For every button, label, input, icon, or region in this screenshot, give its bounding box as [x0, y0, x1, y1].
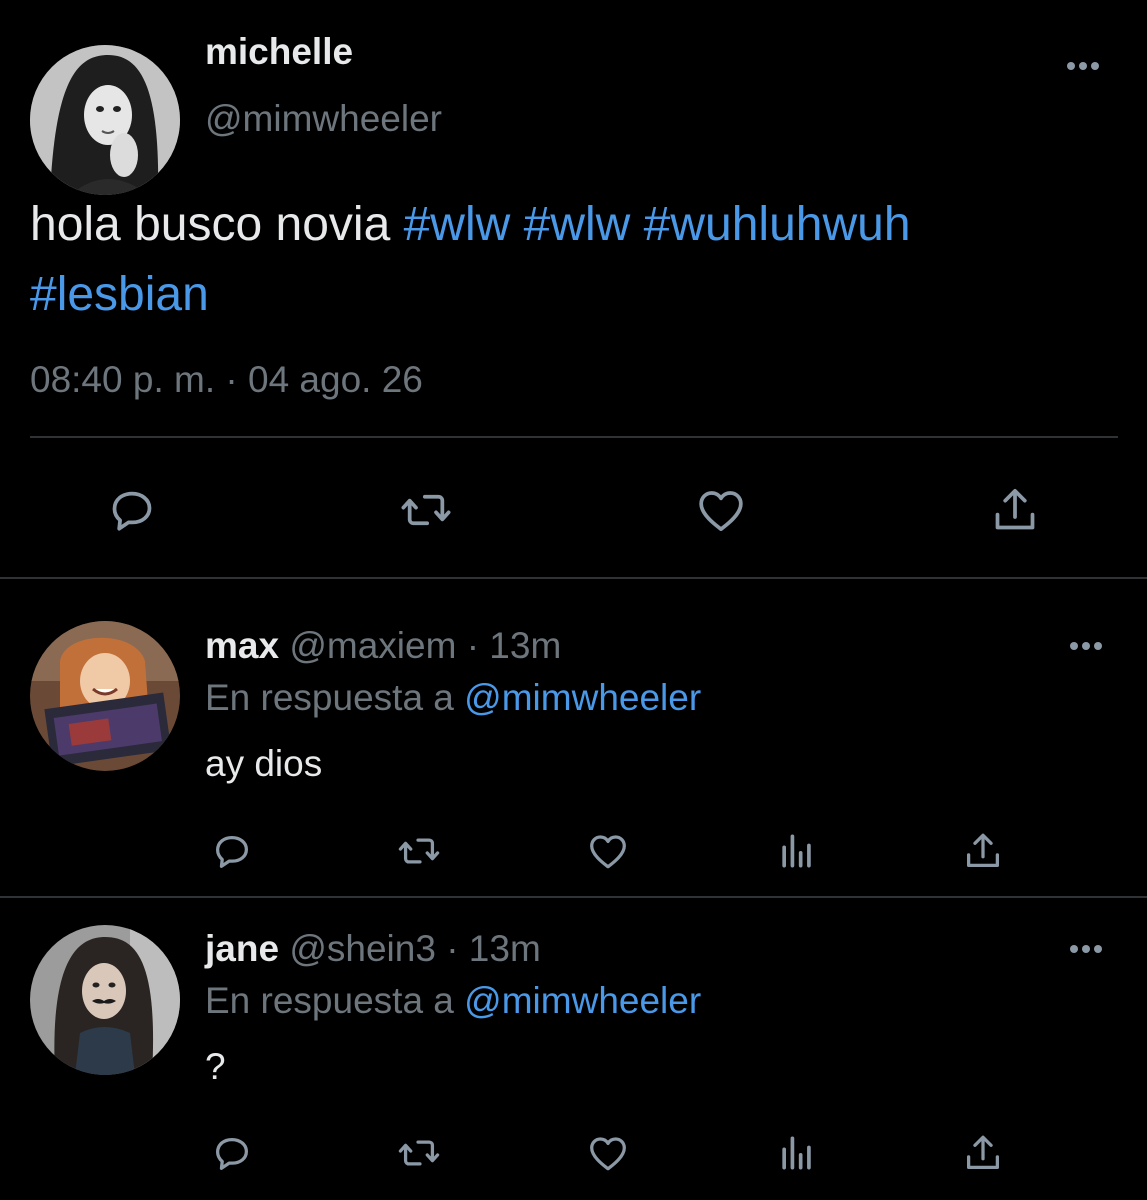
share-icon[interactable]	[960, 1130, 1006, 1176]
reply-time[interactable]: · 13m	[467, 625, 562, 666]
reply-author-handle[interactable]: @maxiem	[289, 625, 456, 666]
more-options-icon[interactable]	[1063, 56, 1103, 76]
in-reply-to-label: En respuesta a	[205, 677, 454, 718]
reply-icon[interactable]	[104, 482, 160, 538]
reply-text: ay dios	[205, 743, 323, 784]
share-icon[interactable]	[960, 828, 1006, 874]
avatar[interactable]	[30, 925, 180, 1075]
divider	[30, 436, 1118, 438]
reply-time[interactable]: · 13m	[446, 928, 541, 969]
hashtag-link[interactable]: #lesbian	[30, 268, 209, 321]
avatar[interactable]	[30, 45, 180, 195]
mention-link[interactable]: @mimwheeler	[464, 677, 701, 718]
author-handle[interactable]: @mimwheeler	[205, 97, 442, 141]
mention-link[interactable]: @mimwheeler	[464, 980, 701, 1021]
more-options-icon[interactable]	[1066, 636, 1106, 656]
in-reply-to: En respuesta a @mimwheeler	[205, 676, 701, 720]
like-icon[interactable]	[584, 1130, 632, 1176]
retweet-icon[interactable]	[394, 1130, 444, 1176]
retweet-icon[interactable]	[396, 482, 456, 538]
like-icon[interactable]	[584, 828, 632, 874]
reply-author-name[interactable]: jane	[205, 928, 279, 969]
reply-header: jane @shein3 · 13m	[205, 927, 541, 971]
reply-icon[interactable]	[209, 828, 255, 874]
tweet-text-plain: hola busco novia	[30, 198, 404, 251]
retweet-icon[interactable]	[394, 828, 444, 874]
tweet-timestamp[interactable]: 08:40 p. m. · 04 ago. 26	[30, 358, 423, 402]
tweet-text: hola busco novia #wlw #wlw #wuhluhwuh #l…	[30, 190, 1120, 330]
avatar[interactable]	[30, 621, 180, 771]
reply-icon[interactable]	[209, 1130, 255, 1176]
in-reply-to: En respuesta a @mimwheeler	[205, 979, 701, 1023]
in-reply-to-label: En respuesta a	[205, 980, 454, 1021]
more-options-icon[interactable]	[1066, 939, 1106, 959]
divider	[0, 577, 1147, 579]
divider	[0, 896, 1147, 898]
hashtag-link[interactable]: #wlw	[524, 198, 631, 251]
analytics-icon[interactable]	[775, 1130, 819, 1176]
reply-author-name[interactable]: max	[205, 625, 279, 666]
reply-author-handle[interactable]: @shein3	[289, 928, 436, 969]
reply-text: ?	[205, 1046, 226, 1087]
share-icon[interactable]	[986, 482, 1044, 538]
reply-header: max @maxiem · 13m	[205, 624, 561, 668]
author-name[interactable]: michelle	[205, 30, 353, 74]
hashtag-link[interactable]: #wuhluhwuh	[644, 198, 911, 251]
analytics-icon[interactable]	[775, 828, 819, 874]
like-icon[interactable]	[692, 482, 750, 538]
hashtag-link[interactable]: #wlw	[404, 198, 511, 251]
